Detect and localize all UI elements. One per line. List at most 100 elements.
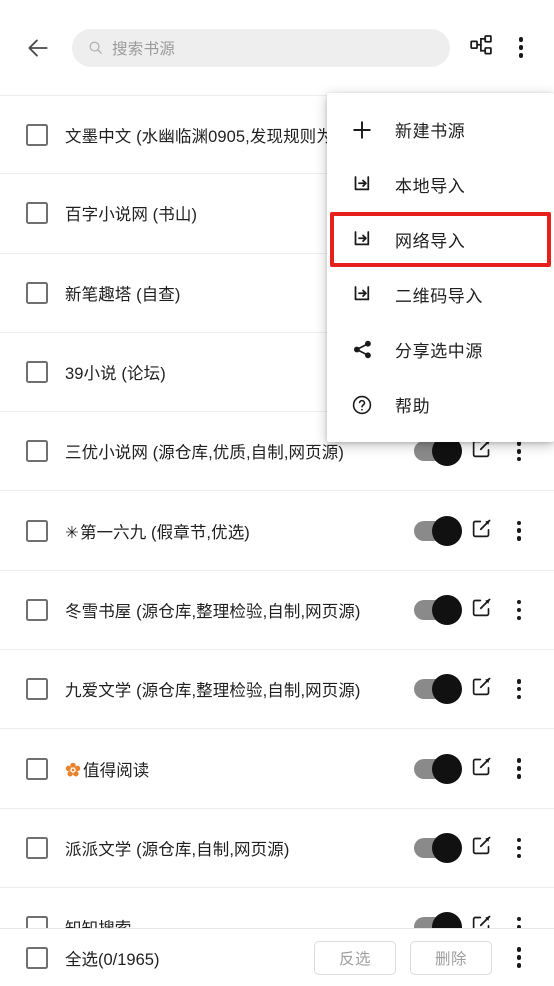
search-input[interactable]: 搜索书源 [72,28,450,67]
table-row[interactable]: 派派文学 (源仓库,自制,网页源) [0,808,554,888]
row-title: 冬雪书屋 (源仓库,整理检验,自制,网页源) [65,602,361,621]
table-row[interactable]: 值得阅读 [0,729,554,809]
more-vertical-icon [516,520,522,541]
import-arrow-icon [349,174,375,195]
table-row[interactable]: 知知搜索 [0,887,554,928]
hierarchy-group-icon [470,34,494,61]
more-vertical-icon [518,37,524,58]
menu-item-network-import[interactable]: 网络导入 [327,212,554,267]
overflow-dropdown-menu: 新建书源 本地导入 网络导入 二维码导入 分享选中源 帮助 [327,93,554,442]
menu-item-share-selected[interactable]: 分享选中源 [327,322,554,377]
row-overflow-button[interactable] [502,520,536,541]
row-overflow-button[interactable] [502,599,536,620]
row-title-text: 值得阅读 [83,761,150,780]
toggle-thumb [432,674,462,705]
select-all-checkbox[interactable] [26,946,48,969]
menu-item-new-source[interactable]: 新建书源 [327,102,554,157]
import-arrow-icon [349,284,375,305]
row-overflow-button[interactable] [502,679,536,700]
row-overflow-button[interactable] [502,837,536,858]
edit-square-icon [471,835,492,861]
row-checkbox[interactable] [26,678,48,701]
row-enable-toggle[interactable] [414,753,462,784]
table-row[interactable]: 九爱文学 (源仓库,整理检验,自制,网页源) [0,650,554,730]
search-placeholder-text: 搜索书源 [112,40,176,58]
menu-item-label: 本地导入 [395,177,466,196]
bottom-overflow-button[interactable] [502,947,536,968]
row-enable-toggle[interactable] [414,594,462,625]
row-overflow-button[interactable] [502,917,536,928]
row-checkbox[interactable] [26,361,48,384]
help-circle-icon [349,394,375,416]
book-source-manager-screen: 搜索书源 文墨中文 (水幽临渊0905,发现规则为空) 百字小说网 (书山) 新… [0,0,554,986]
row-actions [414,832,536,863]
row-enable-toggle[interactable] [414,515,462,546]
row-title: 值得阅读 [65,757,414,781]
edit-square-icon [471,518,492,544]
row-overflow-button[interactable] [502,441,536,462]
menu-item-label: 分享选中源 [395,342,483,361]
group-filter-button[interactable] [462,28,502,68]
invert-selection-button[interactable]: 反选 [314,940,396,975]
row-edit-button[interactable] [460,597,502,623]
row-checkbox[interactable] [26,757,48,780]
row-checkbox[interactable] [26,440,48,463]
row-checkbox[interactable] [26,123,48,146]
row-edit-button[interactable] [460,835,502,861]
row-edit-button[interactable] [460,676,502,702]
edit-square-icon [471,914,492,928]
toggle-thumb [432,912,462,928]
row-title: 知知搜索 [65,915,414,928]
plus-icon [349,119,375,141]
row-edit-button[interactable] [460,518,502,544]
bottom-action-bar: 全选(0/1965) 反选 删除 [0,928,554,986]
row-edit-button[interactable] [460,756,502,782]
more-vertical-icon [516,917,522,928]
row-checkbox[interactable] [26,598,48,621]
row-enable-toggle[interactable] [414,674,462,705]
table-row[interactable]: ✳第一六九 (假章节,优选) [0,491,554,571]
import-arrow-icon [349,229,375,250]
menu-item-label: 新建书源 [395,122,466,141]
row-actions [414,515,536,546]
row-checkbox[interactable] [26,281,48,304]
row-overflow-button[interactable] [502,758,536,779]
row-enable-toggle[interactable] [414,912,462,928]
table-row[interactable]: 冬雪书屋 (源仓库,整理检验,自制,网页源) [0,570,554,651]
overflow-menu-button[interactable] [506,28,536,68]
edit-square-icon [471,676,492,702]
row-edit-button[interactable] [460,914,502,928]
row-actions [414,674,536,705]
menu-item-help[interactable]: 帮助 [327,377,554,432]
delete-button[interactable]: 删除 [410,940,492,975]
menu-item-label: 帮助 [395,397,431,416]
back-button[interactable] [16,26,60,70]
app-bar: 搜索书源 [0,0,554,95]
more-vertical-icon [516,679,522,700]
edit-square-icon [471,756,492,782]
row-checkbox[interactable] [26,836,48,859]
menu-item-qrcode-import[interactable]: 二维码导入 [327,267,554,322]
flower-emoji-icon [65,762,81,778]
sparkle-icon: ✳ [65,523,79,542]
select-all-label: 全选(0/1965) [65,950,160,969]
row-checkbox[interactable] [26,916,48,928]
row-actions [414,753,536,784]
toggle-thumb [432,753,462,784]
row-title: ✳第一六九 (假章节,优选) [65,519,414,543]
toggle-thumb [432,515,462,546]
row-edit-button[interactable] [460,438,502,464]
toggle-thumb [432,832,462,863]
menu-item-label: 二维码导入 [395,287,483,306]
edit-square-icon [471,438,492,464]
share-icon [349,339,375,360]
more-vertical-icon [516,599,522,620]
row-actions [414,594,536,625]
row-checkbox[interactable] [26,519,48,542]
row-enable-toggle[interactable] [414,832,462,863]
menu-item-local-import[interactable]: 本地导入 [327,157,554,212]
row-checkbox[interactable] [26,202,48,225]
row-title-text: 第一六九 (假章节,优选) [79,523,250,542]
row-enable-toggle[interactable] [414,436,462,467]
search-icon [88,40,103,55]
